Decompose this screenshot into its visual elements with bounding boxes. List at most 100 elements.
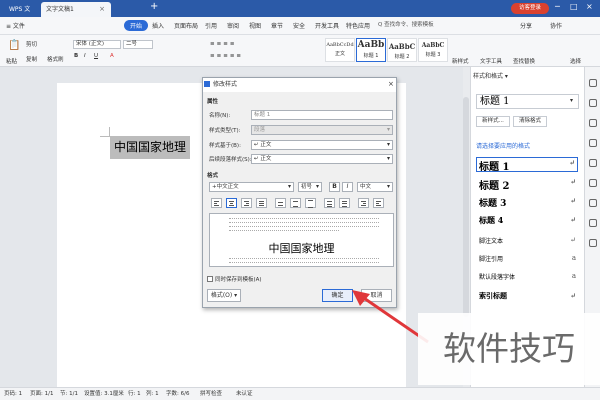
menu-developer[interactable]: 开发工具 (315, 21, 339, 30)
close-window-icon[interactable]: × (586, 2, 593, 11)
line-spacing-double-icon[interactable] (305, 198, 316, 208)
help-icon[interactable] (589, 199, 597, 207)
style-item-index-heading[interactable]: 索引标题 ↵ (476, 291, 578, 301)
status-doc-check[interactable]: 未认证 (236, 388, 253, 400)
space-before-icon[interactable] (324, 198, 335, 208)
add-to-template-checkbox[interactable] (207, 276, 213, 282)
style-heading-3[interactable]: AaBbC 标题 3 (418, 38, 448, 62)
format-lang-select[interactable]: 中文 ▾ (357, 182, 393, 192)
style-item-label: 脚注文本 (479, 238, 504, 245)
menu-start[interactable]: 开始 (124, 20, 149, 31)
align-justify-icon[interactable] (256, 198, 267, 208)
tab-document[interactable]: 文字文稿1 × (41, 2, 111, 17)
style-item-footnote-ref[interactable]: 脚注引用 a (476, 254, 578, 263)
menu-view[interactable]: 视图 (249, 21, 261, 30)
style-name-input[interactable]: 标题 1 (251, 110, 393, 120)
new-tab-icon[interactable]: + (150, 1, 158, 12)
styles-panel-title[interactable]: 样式和格式 ▾ (473, 71, 508, 80)
dropdown-arrow-icon: ▾ (386, 183, 390, 190)
dialog-close-icon[interactable]: × (388, 80, 394, 88)
format-dropdown-button[interactable]: 格式(O) ▾ (207, 289, 241, 302)
paste-button[interactable]: 粘贴 (6, 57, 17, 65)
style-heading-1[interactable]: AaBb 标题 1 (356, 38, 386, 62)
style-item-heading-2[interactable]: 标题 2 ↵ (476, 177, 578, 192)
style-heading-2[interactable]: AaBbC 标题 2 (387, 38, 417, 62)
maximize-icon[interactable]: □ (570, 2, 578, 11)
style-item-heading-4[interactable]: 标题 4 ↵ (476, 215, 578, 226)
current-style-dropdown-icon[interactable]: ▾ (570, 97, 573, 104)
styles-pane-icon[interactable] (589, 79, 597, 87)
backup-icon[interactable] (589, 179, 597, 187)
decrease-indent-icon[interactable] (358, 198, 369, 208)
current-style-select[interactable]: 标题 1 (476, 94, 579, 109)
status-spellcheck[interactable]: 拼写检查 (200, 388, 222, 400)
underline-icon[interactable]: U (94, 53, 98, 59)
next-style-select[interactable]: ↵ 正文 ▾ (251, 154, 393, 164)
align-right-icon[interactable] (241, 198, 252, 208)
minimize-icon[interactable]: ─ (555, 2, 560, 11)
bold-icon[interactable]: B (74, 53, 78, 59)
status-word-count[interactable]: 字数: 6/6 (166, 388, 189, 400)
paste-icon[interactable]: 📋 (8, 40, 20, 51)
font-color-icon[interactable]: A (110, 53, 114, 59)
properties-icon[interactable] (589, 119, 597, 127)
menu-review[interactable]: 审阅 (227, 21, 239, 30)
document-heading-text[interactable]: 中国国家地理 (110, 136, 190, 159)
text-tools-button[interactable]: 文字工具 (480, 57, 502, 65)
based-on-select[interactable]: ↵ 正文 ▾ (251, 140, 393, 150)
share-icon[interactable] (589, 219, 597, 227)
style-item-heading-3[interactable]: 标题 3 ↵ (476, 196, 578, 209)
align-center-icon[interactable] (226, 198, 237, 208)
menu-layout[interactable]: 页面布局 (174, 21, 198, 30)
format-italic-button[interactable]: I (342, 182, 353, 192)
style-item-heading-1[interactable]: 标题 1 ↵ (476, 157, 578, 173)
dropdown-arrow-icon: ▾ (386, 141, 390, 148)
style-item-footnote-text[interactable]: 脚注文本 ↵ (476, 236, 578, 245)
status-col: 列: 1 (146, 391, 159, 397)
space-after-icon[interactable] (339, 198, 350, 208)
format-size-select[interactable]: 初号 ▾ (298, 182, 322, 192)
share-button[interactable]: 分享 (520, 21, 532, 30)
cut-button[interactable]: 剪切 (26, 40, 37, 48)
find-replace-button[interactable]: 查找替换 (513, 57, 535, 65)
menu-references[interactable]: 引用 (205, 21, 217, 30)
select-pane-icon[interactable] (589, 99, 597, 107)
line-spacing-1-5-icon[interactable] (290, 198, 301, 208)
login-button[interactable]: 访客登录 (511, 3, 549, 14)
panel-clear-format-button[interactable]: 清除格式 (513, 116, 547, 127)
tab-wps-writer[interactable]: WPS 文字 (4, 2, 40, 28)
style-normal[interactable]: AaBbCcDd 正文 (325, 38, 355, 62)
style-type-select: 段落 ▾ (251, 125, 393, 135)
panel-new-style-button[interactable]: 新样式... (476, 116, 510, 127)
format-bold-button[interactable]: B (329, 182, 340, 192)
style-item-default-font[interactable]: 默认段落字体 a (476, 272, 578, 281)
menu-insert[interactable]: 插入 (152, 21, 164, 30)
align-left-icon[interactable] (211, 198, 222, 208)
command-search-input[interactable]: Q 查找命令、搜索模板 (378, 20, 470, 31)
font-size-select[interactable]: 二号 (123, 40, 153, 49)
collab-button[interactable]: 协作 (550, 21, 562, 30)
menu-security[interactable]: 安全 (293, 21, 305, 30)
copy-button[interactable]: 复制 (26, 55, 37, 63)
settings-icon[interactable] (589, 239, 597, 247)
menu-chapter[interactable]: 章节 (271, 21, 283, 30)
style-heading-1-name: 标题 1 (363, 53, 379, 59)
line-spacing-single-icon[interactable] (275, 198, 286, 208)
select-button[interactable]: 选择 (570, 57, 581, 65)
style-heading-2-name: 标题 2 (394, 54, 410, 60)
shape-icon[interactable] (589, 139, 597, 147)
format-painter-button[interactable]: 格式刷 (47, 55, 64, 63)
menu-file[interactable]: ≡ 文件 (6, 21, 25, 30)
italic-icon[interactable]: I (84, 53, 86, 59)
navigation-icon[interactable] (589, 159, 597, 167)
close-tab-icon[interactable]: × (99, 2, 105, 17)
list-icons[interactable]: ≡≡≡≡ (210, 41, 236, 47)
vertical-scrollbar[interactable] (463, 97, 469, 317)
format-font-select[interactable]: +中文正文 ▾ (209, 182, 294, 192)
align-icons[interactable]: ≡≡≡≡≡ (210, 53, 243, 59)
increase-indent-icon[interactable] (373, 198, 384, 208)
menu-features[interactable]: 特色应用 (346, 21, 370, 30)
font-name-select[interactable]: 宋体 (正文) (73, 40, 121, 49)
style-item-label: 脚注引用 (479, 256, 504, 263)
new-style-button[interactable]: 新样式 (452, 57, 469, 65)
